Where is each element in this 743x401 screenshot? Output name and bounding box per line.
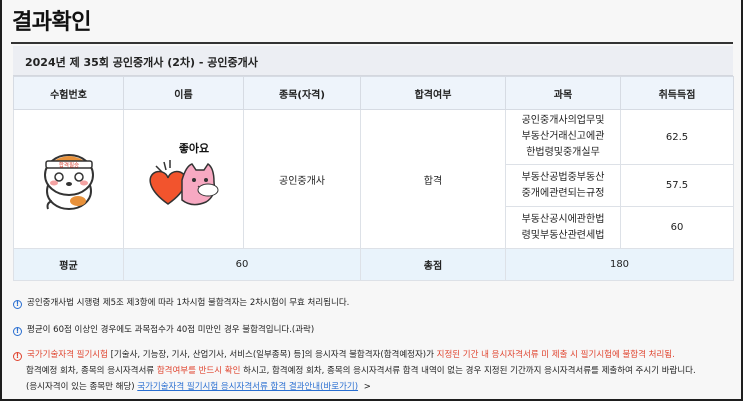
result-table: 수험번호 이름 종목(자격) 합격여부 과목 취득득점 합격필승 좋아요 공인중… [13,76,734,281]
total-label: 총점 [360,248,506,281]
note-text: (응시자격이 있는 종목만 해당) [26,382,138,392]
subject-line: 한법령및중개실무 [526,147,600,158]
result-panel: 결과확인 2024년 제 35회 공인중개사 (2차) - 공인중개사 수험번호… [2,0,741,399]
subject-cell: 공인중개사의업무및 부동산거래신고에관 한법령및중개실무 [505,109,621,165]
score-cell: 60 [620,206,734,249]
title-divider [11,42,733,44]
category-cell: 공인중개사 [243,109,361,249]
name-cell: 좋아요 [123,109,244,249]
table-header-row: 수험번호 이름 종목(자격) 합격여부 과목 취득득점 [13,76,734,110]
note-item: ! 공인중개사법 시행령 제5조 제3항에 따라 1차시험 불합격자는 2차시험이… [13,296,349,309]
note-highlight: 지정된 기간 내 응시자격서류 미 제출 시 필기시험에 불합격 처리됨. [436,350,675,360]
note-text: 하시고, 합격예정 회차, 종목의 응시자격서류 합격 내역이 없는 경우 지정… [240,366,696,376]
col-pass-status: 합격여부 [360,76,506,110]
pass-status-cell: 합격 [360,109,506,249]
table-row: 합격필승 좋아요 공인중개사 합격 공인중개사의업무및 부동산거래신고에관 한법… [13,109,734,249]
chevron-right-icon[interactable]: > [364,382,371,392]
info-icon: ! [13,300,22,309]
warning-icon: ! [13,352,22,361]
note-highlight: 합격여부를 반드시 확인 [156,366,241,376]
subject-line: 령및부동산관련세법 [521,229,605,241]
subject-cell: 부동산공법중부동산 중개에관련되는규정 [505,164,621,207]
qualification-result-link[interactable]: 국가기술자격 필기시험 응시자격서류 합격 결과안내(바로가기) [137,382,358,392]
summary-row: 평균 60 총점 180 [13,248,734,281]
note-item: 합격예정 회차, 종목의 응시자격서류 합격여부를 반드시 확인 하시고, 합격… [26,364,696,376]
col-exam-number: 수험번호 [13,76,124,110]
subject-line: 부동산거래신고에관 [521,131,605,142]
note-item: (응시자격이 있는 종목만 해당) 국가기술자격 필기시험 응시자격서류 합격 … [26,380,371,392]
hamster-sticker-icon: 합격필승 [43,153,94,210]
col-score: 취득득점 [620,76,734,110]
note-text: 평균이 60점 이상인 경우에도 과목점수가 40점 미만인 경우 불합격입니다… [27,325,315,335]
average-value: 60 [123,248,361,281]
score-cell: 57.5 [620,164,734,207]
subject-line: 부동산공법중부동산 [521,171,605,183]
exam-number-cell: 합격필승 [13,109,124,249]
headband-text: 합격필승 [58,161,78,169]
subject-line: 공인중개사의업무및 [521,115,605,126]
col-category: 종목(자격) [243,76,361,110]
score-cell: 62.5 [620,109,734,165]
note-item: ! 평균이 60점 이상인 경우에도 과목점수가 40점 미만인 경우 불합격입니… [13,323,314,336]
col-subject: 과목 [505,76,621,110]
page-title: 결과확인 [12,10,91,35]
info-icon: ! [13,327,22,336]
col-name: 이름 [123,76,244,110]
cat-heart-sticker-icon: 좋아요 [148,141,218,205]
note-highlight: 국가기술자격 필기시험 [27,350,108,360]
sticker-text: 좋아요 [178,141,208,155]
note-text: 합격예정 회차, 종목의 응시자격서류 [26,366,157,376]
total-value: 180 [505,248,734,281]
subject-line: 중개에관련되는규정 [521,187,605,199]
note-item: ! 국가기술자격 필기시험 [기술사, 기능장, 기사, 산업기사, 서비스(일부… [13,348,675,361]
subject-line: 부동산공시에관한법 [521,213,605,225]
note-text: 공인중개사법 시행령 제5조 제3항에 따라 1차시험 불합격자는 2차시험이 … [27,298,350,308]
average-label: 평균 [13,248,124,281]
subject-cell: 부동산공시에관한법 령및부동산관련세법 [505,206,621,249]
note-text: [기술사, 기능장, 기사, 산업기사, 서비스(일부종목) 등]의 응시자격 … [107,350,437,360]
exam-header: 2024년 제 35회 공인중개사 (2차) - 공인중개사 [13,46,733,76]
